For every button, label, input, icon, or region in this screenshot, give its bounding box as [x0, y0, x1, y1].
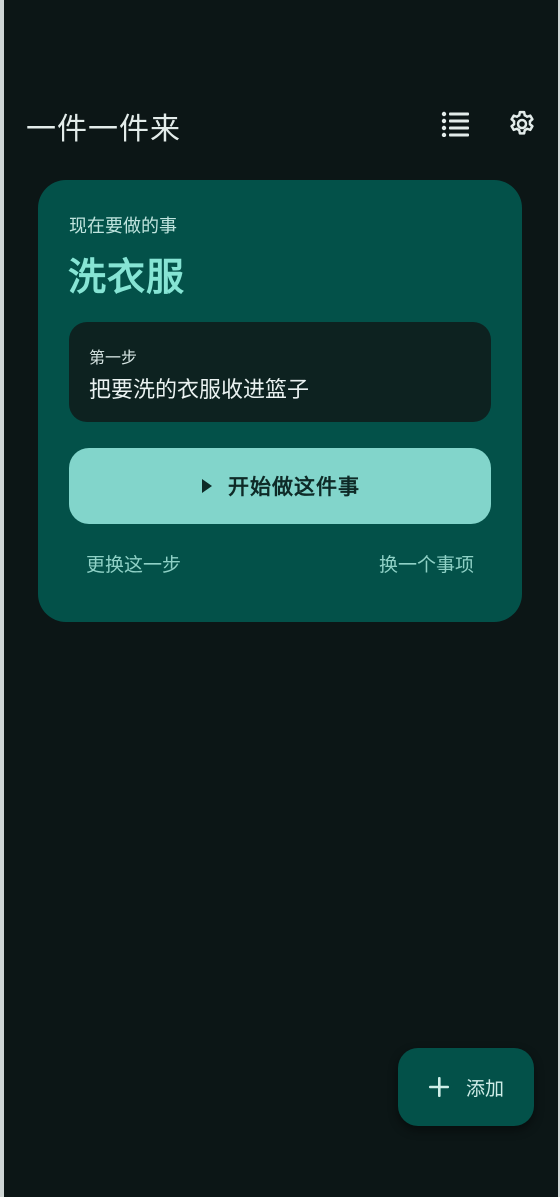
step-box: 第一步 把要洗的衣服收进篮子 — [69, 322, 491, 422]
step-label: 第一步 — [89, 348, 138, 367]
current-task-label: 现在要做的事 — [69, 216, 177, 237]
plus-icon — [428, 1077, 449, 1097]
step-text: 把要洗的衣服收进篮子 — [89, 378, 310, 403]
add-button[interactable]: 添加 — [398, 1048, 534, 1126]
current-task-card: 现在要做的事 洗衣服 第一步 把要洗的衣服收进篮子 开始做这件事 更换这一步 换… — [38, 180, 522, 622]
start-task-button[interactable]: 开始做这件事 — [69, 448, 491, 524]
add-label: 添加 — [465, 1077, 504, 1100]
settings-button[interactable] — [502, 104, 542, 144]
app-title: 一件一件来 — [26, 112, 181, 147]
start-task-label: 开始做这件事 — [228, 475, 360, 499]
app-bar: 一件一件来 — [4, 100, 558, 148]
play-icon — [202, 479, 212, 493]
list-icon — [441, 111, 469, 137]
settings-icon — [510, 110, 534, 135]
change-task-button[interactable]: 换一个事项 — [379, 550, 474, 577]
change-step-button[interactable]: 更换这一步 — [86, 550, 181, 577]
task-list-button[interactable] — [436, 104, 476, 144]
task-title: 洗衣服 — [68, 255, 186, 299]
app-screen: 一件一件来 现在要做的事 洗衣服 第一步 把要洗的衣服收进篮子 开始做这件事 更… — [0, 0, 560, 1197]
